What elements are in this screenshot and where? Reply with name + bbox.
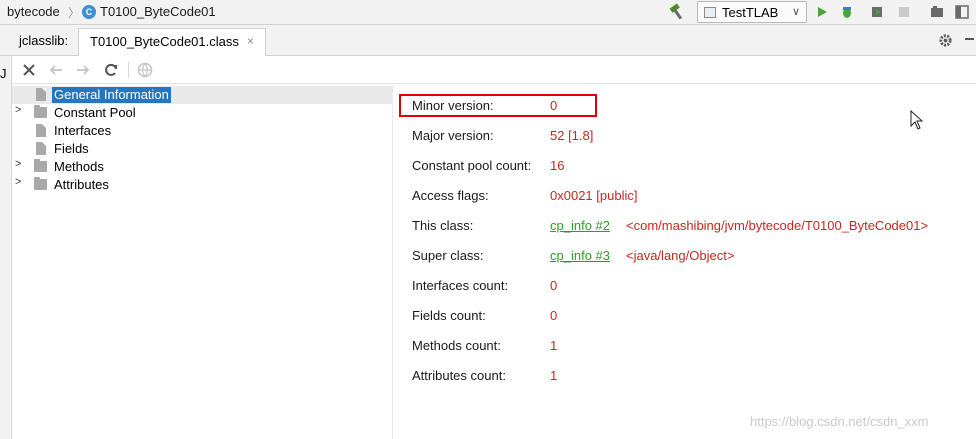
tree-item-label: Constant Pool [54, 105, 136, 120]
class-structure-tree: General Information > Constant Pool Inte… [12, 85, 392, 439]
super-class-reference: <java/lang/Object> [626, 248, 735, 263]
hammer-icon[interactable] [668, 3, 686, 21]
access-flags-value: 0x0021 [public] [550, 188, 638, 203]
breadcrumb-project[interactable]: bytecode [7, 4, 60, 19]
major-version-label: Major version: [412, 128, 494, 143]
close-icon[interactable]: × [247, 34, 254, 48]
tool-window-title: jclasslib: [19, 33, 69, 48]
coverage-icon[interactable] [870, 5, 884, 19]
this-class-link[interactable]: cp_info #2 [550, 218, 610, 233]
tab-class-file[interactable]: T0100_ByteCode01.class × [78, 28, 266, 56]
tree-item-interfaces[interactable]: Interfaces [12, 122, 392, 140]
mouse-cursor-icon [910, 110, 924, 130]
run-icon[interactable] [815, 5, 829, 19]
constant-pool-count-value: 16 [550, 158, 565, 173]
toolbar-separator [128, 62, 129, 78]
super-class-link[interactable]: cp_info #3 [550, 248, 610, 263]
tree-item-attributes[interactable]: > Attributes [12, 176, 392, 194]
access-flags-label: Access flags: [412, 188, 489, 203]
tree-item-fields[interactable]: Fields [12, 140, 392, 158]
tab-label: T0100_ByteCode01.class [90, 34, 239, 49]
close-icon[interactable] [20, 61, 38, 79]
interfaces-count-value: 0 [550, 278, 558, 293]
tree-item-label: General Information [52, 87, 171, 103]
file-icon [36, 124, 46, 137]
browser-icon[interactable] [136, 61, 154, 79]
chevron-right-icon[interactable]: > [15, 176, 21, 188]
breadcrumb-separator-icon: 〉 [68, 6, 81, 20]
run-configuration-label: TestTLAB [722, 5, 779, 20]
methods-count-label: Methods count: [412, 338, 501, 353]
tree-item-label: Interfaces [54, 123, 112, 138]
back-icon[interactable] [47, 61, 65, 79]
navigation-bar: bytecode 〉 C T0100_ByteCode01 TestTLAB ∨ [0, 0, 976, 25]
folder-icon [34, 159, 47, 172]
forward-icon[interactable] [74, 61, 92, 79]
minor-version-highlight [399, 94, 597, 117]
this-class-label: This class: [412, 218, 474, 233]
chevron-right-icon[interactable]: > [15, 104, 21, 116]
tree-item-constant-pool[interactable]: > Constant Pool [12, 104, 392, 122]
watermark: https://blog.csdn.net/csdn_xxm [750, 414, 929, 429]
run-configuration-icon [704, 7, 716, 18]
tree-item-label: Methods [54, 159, 104, 174]
layout-icon[interactable] [955, 5, 969, 19]
chevron-right-icon[interactable]: > [15, 158, 21, 170]
constant-pool-count-label: Constant pool count: [412, 158, 532, 173]
methods-count-value: 1 [550, 338, 558, 353]
run-configuration-select[interactable]: TestTLAB ∨ [697, 1, 807, 23]
general-information-panel: Minor version: 0 Major version: 52 [1.8]… [393, 85, 976, 439]
jclasslib-toolbar [12, 56, 976, 84]
attributes-count-label: Attributes count: [412, 368, 506, 383]
fields-count-value: 0 [550, 308, 558, 323]
stop-icon[interactable] [897, 5, 911, 19]
class-icon: C [82, 5, 96, 19]
folder-icon [34, 105, 47, 118]
file-icon [36, 88, 46, 101]
file-icon [36, 142, 46, 155]
refresh-icon[interactable] [102, 61, 120, 79]
attributes-count-value: 1 [550, 368, 558, 383]
breadcrumb-file[interactable]: T0100_ByteCode01 [100, 4, 216, 19]
folder-icon [34, 177, 47, 190]
chevron-down-icon: ∨ [791, 6, 800, 18]
major-version-value: 52 [1.8] [550, 128, 594, 143]
interfaces-count-label: Interfaces count: [412, 278, 509, 293]
gutter-char: J [0, 66, 7, 81]
editor-gutter: J [0, 56, 12, 439]
fields-count-label: Fields count: [412, 308, 486, 323]
gear-icon[interactable] [938, 33, 953, 48]
tree-item-general-information[interactable]: General Information [12, 86, 392, 104]
tree-item-label: Fields [54, 141, 89, 156]
minimize-icon[interactable] [965, 38, 974, 40]
tree-item-label: Attributes [54, 177, 109, 192]
super-class-label: Super class: [412, 248, 484, 263]
this-class-reference: <com/mashibing/jvm/bytecode/T0100_ByteCo… [626, 218, 929, 233]
build-icon[interactable] [930, 5, 944, 19]
tool-window-header: jclasslib: T0100_ByteCode01.class × [0, 25, 976, 56]
debug-icon[interactable] [840, 5, 854, 19]
tree-item-methods[interactable]: > Methods [12, 158, 392, 176]
